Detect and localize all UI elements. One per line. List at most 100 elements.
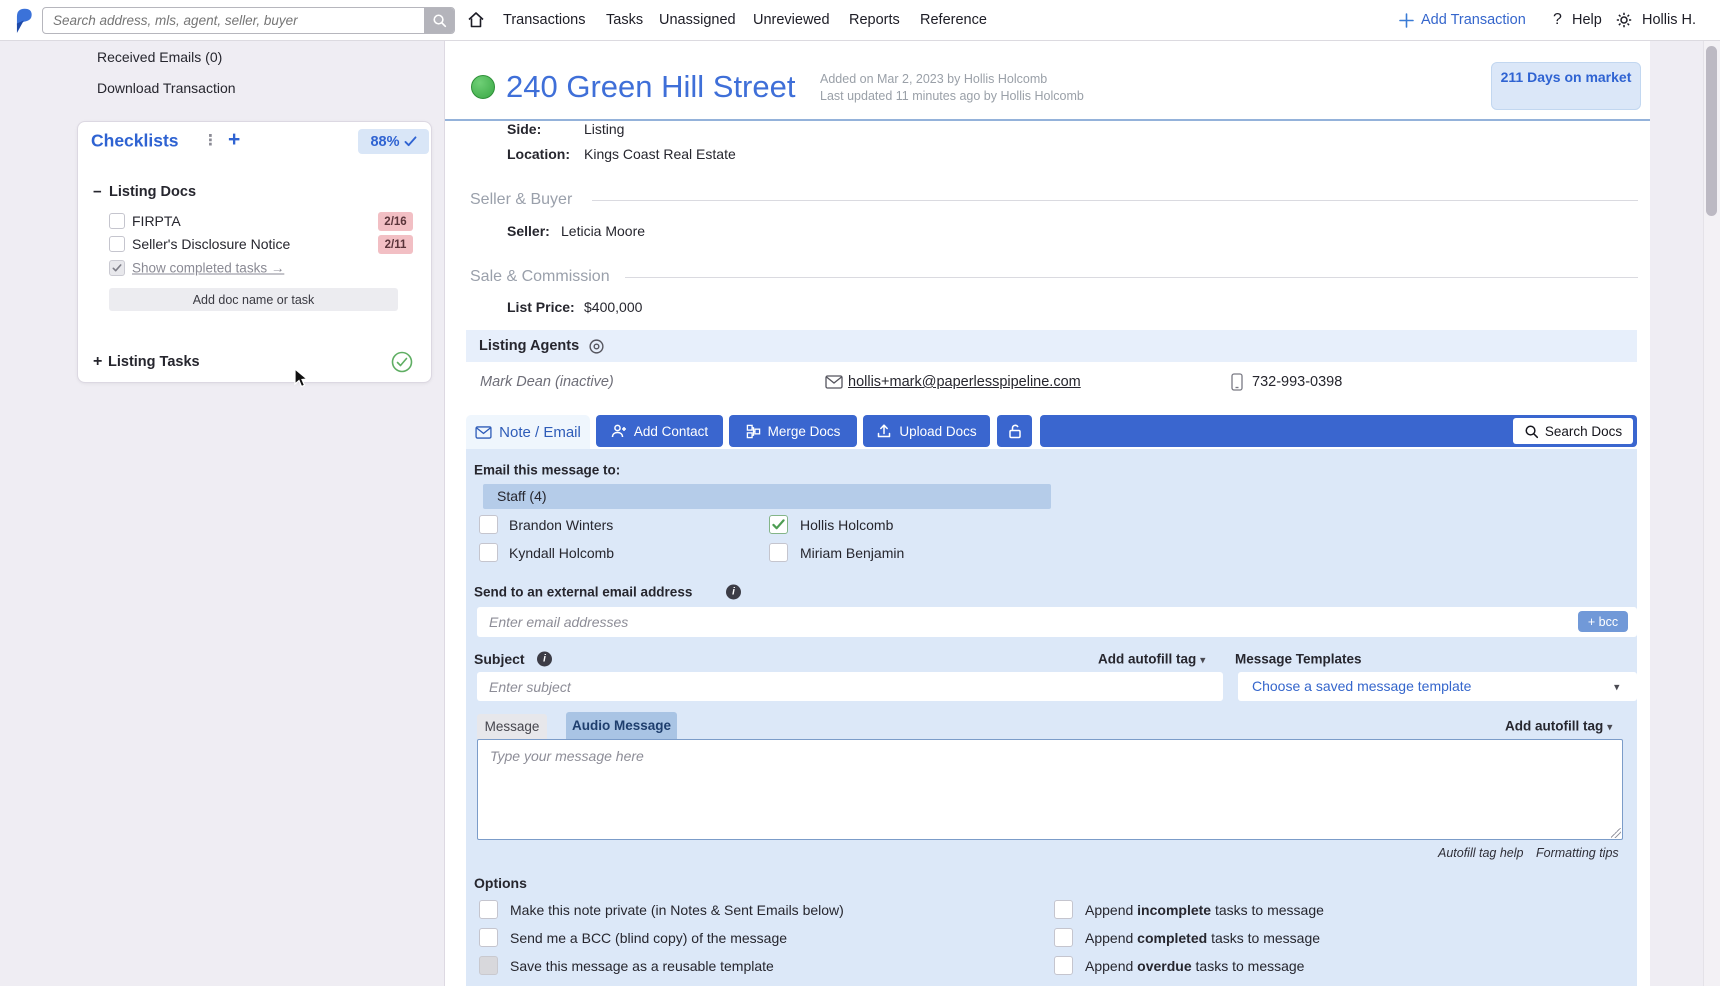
gear-icon[interactable] (1615, 11, 1633, 29)
add-autofill-tag-dropdown[interactable]: Add autofill tag ▾ (1505, 719, 1613, 734)
user-menu[interactable]: Hollis H. (1642, 12, 1696, 28)
note-email-envelope-icon (475, 426, 492, 439)
nav-reports[interactable]: Reports (849, 12, 900, 28)
sale-commission-header: Sale & Commission (470, 268, 610, 286)
task-count-badge: 2/11 (378, 235, 413, 254)
note-email-tab[interactable]: Note / Email (466, 415, 590, 449)
merge-docs-label: Merge Docs (768, 424, 841, 439)
sidebar-link-received-emails[interactable]: Received Emails (0) (97, 49, 222, 65)
phone-icon (1231, 373, 1243, 391)
formatting-tips-link[interactable]: Formatting tips (1536, 846, 1619, 860)
bcc-badge[interactable]: + bcc (1578, 611, 1628, 632)
visibility-eye-icon[interactable] (588, 338, 605, 355)
listing-tasks-group[interactable]: Listing Tasks (108, 354, 200, 370)
info-icon[interactable]: i (537, 652, 552, 667)
option-text: Append (1085, 930, 1137, 946)
merge-docs-button[interactable]: Merge Docs (729, 415, 857, 447)
sidebar-link-download-transaction[interactable]: Download Transaction (97, 80, 236, 96)
option-checkbox-append-completed[interactable] (1054, 928, 1073, 947)
option-checkbox-bcc-me[interactable] (479, 928, 498, 947)
home-icon[interactable] (466, 10, 486, 30)
info-icon[interactable]: i (726, 585, 741, 600)
global-search-input[interactable] (43, 8, 424, 33)
listing-tasks-plus-icon[interactable]: + (93, 353, 102, 371)
option-text-bold: incomplete (1137, 902, 1211, 918)
add-autofill-tag-label: Add autofill tag (1505, 719, 1603, 734)
help-link[interactable]: Help (1572, 12, 1602, 28)
nav-unreviewed[interactable]: Unreviewed (753, 12, 830, 28)
app-logo[interactable] (10, 5, 36, 35)
checkbox-show-completed[interactable] (109, 260, 125, 276)
subject-label: Subject (474, 651, 525, 667)
message-template-select[interactable]: Choose a saved message template ▾ (1238, 672, 1637, 701)
add-contact-icon (611, 423, 627, 439)
staff-group-bar[interactable]: Staff (4) (483, 484, 1051, 509)
search-docs-label: Search Docs (1545, 424, 1622, 439)
task-count-badge: 2/16 (378, 212, 413, 231)
search-button[interactable] (424, 8, 454, 33)
options-title: Options (474, 875, 527, 891)
agent-email-link[interactable]: hollis+mark@paperlesspipeline.com (848, 374, 1081, 390)
days-on-market-badge: 211 Days on market (1491, 62, 1641, 110)
recipient-checkbox[interactable] (769, 543, 788, 562)
property-address-title[interactable]: 240 Green Hill Street (506, 69, 795, 105)
checkbox-sellers-disclosure[interactable] (109, 236, 125, 252)
tab-message[interactable]: Message (477, 714, 547, 739)
add-checklist-icon[interactable]: + (228, 128, 240, 152)
staff-group-label: Staff (4) (497, 488, 547, 504)
lock-button[interactable] (997, 415, 1032, 447)
message-textarea[interactable] (477, 739, 1623, 840)
search-docs-button[interactable]: Search Docs (1513, 418, 1633, 444)
merge-docs-icon (746, 424, 761, 439)
seller-label: Seller: (507, 223, 550, 239)
option-checkbox-append-overdue[interactable] (1054, 956, 1073, 975)
checklist-item-label[interactable]: FIRPTA (132, 213, 181, 229)
listing-agents-header: Listing Agents (479, 338, 579, 354)
autofill-tag-help-link[interactable]: Autofill tag help (1438, 846, 1523, 860)
option-text-bold: completed (1137, 930, 1207, 946)
checklist-group-title[interactable]: Listing Docs (109, 184, 196, 200)
option-label: Save this message as a reusable template (510, 958, 774, 974)
option-text: Append (1085, 958, 1137, 974)
option-checkbox-append-incomplete[interactable] (1054, 900, 1073, 919)
location-value: Kings Coast Real Estate (584, 146, 736, 162)
option-text: tasks to message (1207, 930, 1320, 946)
add-autofill-tag-dropdown[interactable]: Add autofill tag ▾ (1098, 652, 1206, 667)
recipient-checkbox-checked[interactable] (769, 515, 788, 534)
nav-reference[interactable]: Reference (920, 12, 987, 28)
option-text: tasks to message (1211, 902, 1324, 918)
external-email-input[interactable] (477, 607, 1637, 637)
subject-input[interactable] (477, 672, 1223, 701)
tab-audio-message[interactable]: Audio Message (566, 712, 677, 739)
show-completed-link[interactable]: Show completed tasks → (132, 261, 284, 276)
recipient-name: Miriam Benjamin (800, 545, 904, 561)
nav-unassigned[interactable]: Unassigned (659, 12, 736, 28)
side-value: Listing (584, 121, 624, 137)
progress-badge: 88% (358, 129, 429, 154)
option-label: Append incomplete tasks to message (1085, 902, 1324, 918)
nav-tasks[interactable]: Tasks (606, 12, 643, 28)
checklist-item-label[interactable]: Seller's Disclosure Notice (132, 236, 290, 252)
upload-docs-button[interactable]: Upload Docs (863, 415, 990, 447)
recipient-name: Brandon Winters (509, 517, 613, 533)
textarea-resize-handle[interactable] (1611, 828, 1621, 838)
upload-docs-label: Upload Docs (899, 424, 976, 439)
search-docs-magnifier-icon (1524, 424, 1539, 439)
template-select-value: Choose a saved message template (1252, 678, 1471, 694)
add-transaction-button[interactable]: Add Transaction (1421, 12, 1526, 28)
checkbox-firpta[interactable] (109, 213, 125, 229)
group-collapse-icon[interactable]: − (93, 184, 102, 201)
add-contact-button[interactable]: Add Contact (596, 415, 723, 447)
nav-transactions[interactable]: Transactions (503, 12, 585, 28)
add-doc-button[interactable]: Add doc name or task (109, 288, 398, 311)
option-text: Append (1085, 902, 1137, 918)
scrollbar-thumb[interactable] (1706, 46, 1717, 216)
message-templates-label: Message Templates (1235, 652, 1362, 667)
upload-icon (876, 423, 892, 439)
kebab-menu-icon[interactable]: ⋮ (203, 131, 218, 149)
recipient-checkbox[interactable] (479, 543, 498, 562)
recipient-checkbox[interactable] (479, 515, 498, 534)
option-label: Make this note private (in Notes & Sent … (510, 902, 844, 918)
option-checkbox-private[interactable] (479, 900, 498, 919)
option-checkbox-save-template[interactable] (479, 956, 498, 975)
